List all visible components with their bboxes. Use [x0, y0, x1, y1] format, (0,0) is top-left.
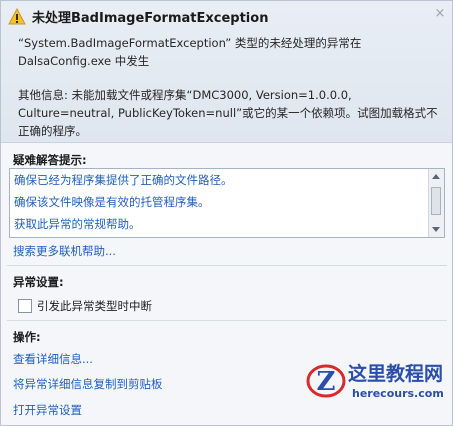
watermark-logo-letter: Z: [317, 367, 336, 397]
close-icon[interactable]: ×: [433, 7, 447, 21]
chevron-down-icon[interactable]: [432, 227, 440, 232]
tip-item-general-help[interactable]: 获取此异常的常规帮助。: [14, 216, 141, 232]
tip-item-managed-assembly[interactable]: 确保该文件映像是有效的托管程序集。: [14, 194, 210, 210]
watermark-url: herecours.com: [352, 387, 444, 400]
tip-item-file-path[interactable]: 确保已经为程序集提供了正确的文件路径。: [14, 172, 233, 188]
chevron-up-icon[interactable]: [432, 174, 440, 179]
tips-scrollbar[interactable]: [428, 169, 444, 237]
divider: [7, 265, 447, 266]
troubleshooting-title: 疑难解答提示:: [13, 153, 87, 167]
open-exception-settings-link[interactable]: 打开异常设置: [13, 402, 82, 418]
exception-dialog: 未处理BadImageFormatException × “System.Bad…: [0, 0, 453, 426]
scrollbar-thumb[interactable]: [431, 187, 441, 215]
watermark-title: 这里教程网: [348, 363, 444, 385]
warning-icon: [8, 8, 26, 25]
divider: [7, 320, 447, 321]
troubleshooting-tips-list[interactable]: 确保已经为程序集提供了正确的文件路径。 确保该文件映像是有效的托管程序集。 获取…: [9, 168, 445, 238]
actions-title: 操作:: [13, 330, 41, 344]
exception-header: 未处理BadImageFormatException × “System.Bad…: [1, 1, 452, 143]
dialog-title: 未处理BadImageFormatException: [32, 11, 269, 26]
watermark: Z 这里教程网 herecours.com: [304, 353, 452, 425]
exception-message: “System.BadImageFormatException” 类型的未经处理…: [18, 36, 362, 68]
copy-details-link[interactable]: 将异常详细信息复制到剪贴板: [13, 376, 163, 392]
break-on-exception-label[interactable]: 引发此异常类型时中断: [37, 298, 152, 314]
view-details-link[interactable]: 查看详细信息...: [13, 351, 93, 367]
search-online-help-link[interactable]: 搜索更多联机帮助...: [13, 243, 116, 259]
exception-settings-title: 异常设置:: [13, 275, 64, 289]
break-on-exception-checkbox[interactable]: [18, 299, 32, 313]
watermark-logo-icon: Z: [306, 364, 346, 398]
additional-info: 其他信息: 未能加载文件或程序集“DMC3000, Version=1.0.0.…: [18, 88, 438, 138]
